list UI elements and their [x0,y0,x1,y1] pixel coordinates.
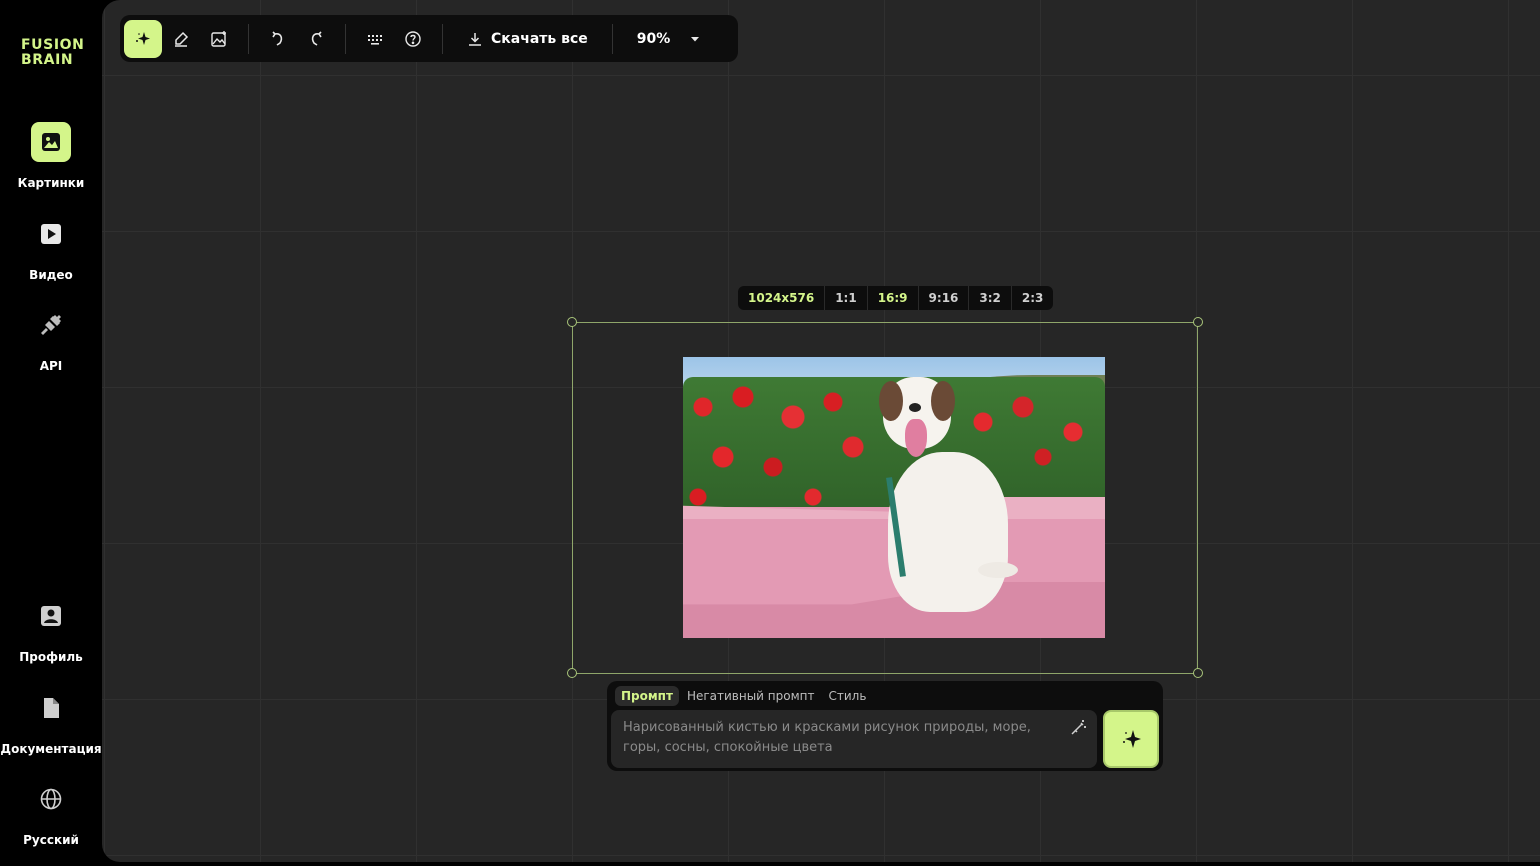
download-icon [469,32,481,46]
play-icon [31,214,71,254]
sidebar-item-docs[interactable]: Документация [0,688,102,756]
zoom-dropdown[interactable]: 90% [623,31,701,47]
eraser-tool-button[interactable] [162,20,200,58]
undo-icon [272,30,283,46]
sidebar-item-images[interactable]: Картинки [0,122,102,190]
globe-icon [31,779,71,819]
resolution-label: 1024x576 [748,291,815,305]
shortcuts-button[interactable] [356,20,394,58]
sidebar-item-api[interactable]: API [0,305,102,373]
sidebar-item-label: Русский [23,833,79,847]
keyboard-icon [368,34,382,45]
aspect-ratio-bar: 1024x576 1:1 16:9 9:16 3:2 2:3 [738,286,1054,310]
app-root: FUSION BRAIN Картинки Видео API Профиль … [0,0,1540,866]
tab-prompt[interactable]: Промпт [615,686,679,706]
zoom-value: 90% [636,30,671,47]
sidebar-item-profile[interactable]: Профиль [0,596,102,664]
logo-line2: BRAIN [21,52,74,68]
undo-button[interactable] [259,20,297,58]
redo-button[interactable] [297,20,335,58]
sidebar-item-language[interactable]: Русский [0,779,102,847]
prompt-input-wrapper [611,710,1097,768]
generated-image[interactable] [683,357,1105,638]
generate-button[interactable] [1103,710,1159,768]
resize-handle-bottom-right[interactable] [1193,668,1203,678]
magic-wand-button[interactable] [1069,719,1087,744]
toolbar: Скачать все 90% [120,15,738,62]
sidebar-item-label: Профиль [19,650,83,664]
sidebar-item-label: Документация [0,742,102,756]
image-edit-tool-button[interactable] [200,20,238,58]
canvas[interactable]: Скачать все 90% 1024x576 1:1 16:9 9:16 3… [102,0,1540,862]
logo[interactable]: FUSION BRAIN [21,38,84,68]
prompt-input[interactable] [623,718,1053,760]
tab-style[interactable]: Стиль [823,686,873,706]
plug-icon [31,305,71,345]
download-all-button[interactable]: Скачать все [453,31,602,47]
help-button[interactable] [394,20,432,58]
image-icon [31,122,71,162]
ratio-option-2-3[interactable]: 2:3 [1010,286,1054,310]
ratio-option-9-16[interactable]: 9:16 [917,286,969,310]
magic-wand-icon [1071,720,1086,735]
sidebar-item-label: Видео [29,268,73,282]
sidebar-item-video[interactable]: Видео [0,214,102,282]
sidebar-item-label: API [39,359,63,373]
redo-icon [311,30,322,46]
resize-handle-top-left[interactable] [567,317,577,327]
sidebar: FUSION BRAIN Картинки Видео API Профиль … [0,0,102,866]
sidebar-item-label: Картинки [17,176,85,190]
toolbar-divider [611,23,613,54]
help-icon [405,30,421,47]
prompt-tabs: Промпт Негативный промпт Стиль [615,686,872,706]
toolbar-divider [248,23,249,54]
chevron-down-icon [690,36,699,41]
ratio-option-16-9[interactable]: 16:9 [866,286,918,310]
resize-handle-top-right[interactable] [1193,317,1203,327]
resize-handle-bottom-left[interactable] [567,668,577,678]
generate-tool-button[interactable] [124,19,162,58]
toolbar-divider [442,23,443,54]
ratio-option-3-2[interactable]: 3:2 [968,286,1011,310]
tab-negative-prompt[interactable]: Негативный промпт [681,686,821,706]
download-all-label: Скачать все [491,30,588,47]
prompt-panel: Промпт Негативный промпт Стиль [607,681,1163,771]
profile-icon [31,596,71,636]
logo-line1: FUSION [21,37,85,53]
ratio-option-1-1[interactable]: 1:1 [824,286,867,310]
toolbar-divider [345,23,346,54]
eraser-icon [175,31,189,47]
sparkle-icon [1123,730,1141,748]
sparkle-icon [136,31,150,45]
document-icon [31,688,71,728]
image-plus-icon [211,30,226,47]
